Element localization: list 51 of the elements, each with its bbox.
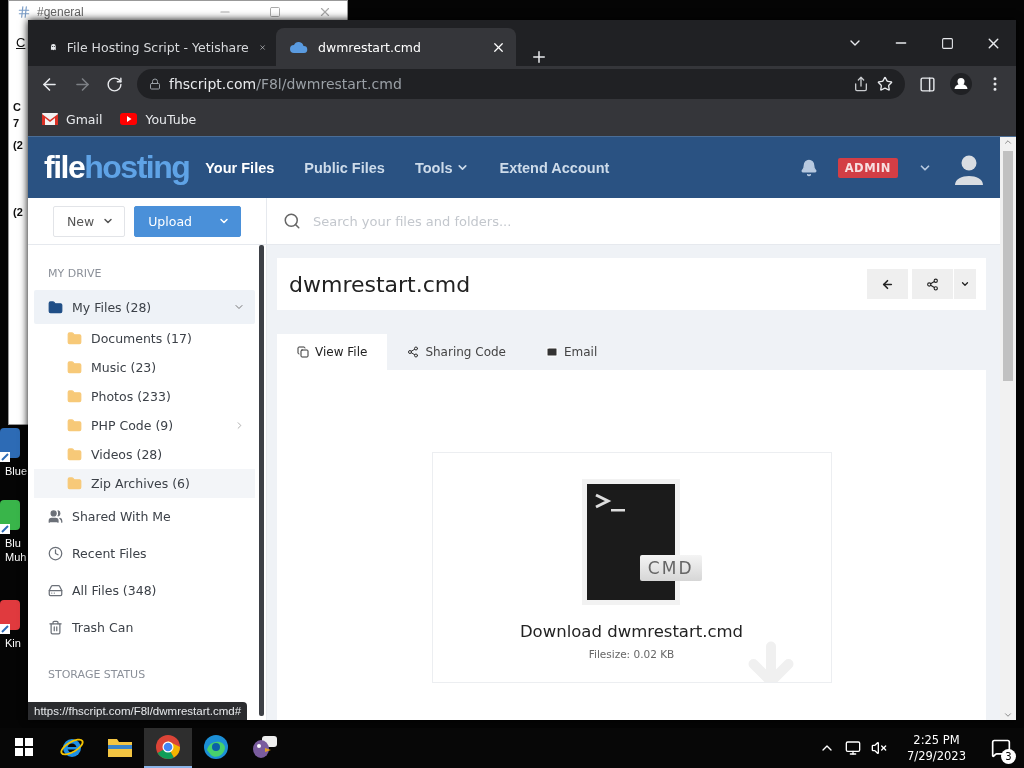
sidebar-item[interactable]: Trash Can [34, 609, 255, 646]
file-title: dwmrestart.cmd [289, 271, 472, 297]
menu-item[interactable]: C [16, 35, 26, 50]
desktop-icon-label: Blue [4, 464, 28, 478]
site-logo[interactable]: filehosting [44, 149, 190, 186]
admin-badge: ADMIN [837, 157, 898, 178]
tab-title: File Hosting Script - Yetishare [66, 39, 249, 55]
search-field[interactable]: Search your files and folders... [267, 198, 1000, 245]
bookmark-link[interactable]: Gmail [42, 111, 103, 127]
window-title: #general [37, 5, 85, 19]
address-bar[interactable]: fhscript.com/F8l/dwmrestart.cmd [137, 69, 905, 99]
download-card[interactable]: CMD Download dwmrestart.cmd Filesize: 0.02 KB [431, 452, 832, 683]
section-heading: MY DRIVE [47, 267, 103, 280]
sidebar-item[interactable]: Recent Files [34, 535, 255, 572]
nav-link[interactable]: Extend Account [499, 159, 610, 176]
desktop-icon-label: Muh [4, 550, 27, 564]
nav-link[interactable]: Public Files [304, 159, 385, 176]
search-input[interactable]: Search your files and folders... [311, 212, 984, 230]
sidebar-item[interactable]: Shared With Me [34, 498, 255, 535]
chat-text: (2 [13, 206, 23, 218]
sidebar-item[interactable]: All Files (348) [34, 572, 255, 609]
chat-text: C [13, 101, 21, 113]
nav-link[interactable]: Tools [414, 159, 470, 176]
chat-text: 7 [13, 117, 20, 129]
folder-item[interactable]: Photos (233) [34, 382, 255, 411]
file-tab[interactable]: Sharing Code [387, 334, 526, 370]
nav-link[interactable]: Your Files [205, 159, 275, 176]
notification-count: 3 [1001, 749, 1016, 764]
folder-item[interactable]: PHP Code (9) [34, 411, 255, 440]
file-tab[interactable]: View File [277, 334, 388, 370]
browser-tab[interactable]: dwmrestart.cmd [276, 28, 516, 66]
file-tab[interactable]: Email [526, 334, 618, 370]
status-url: https://fhscript.com/F8l/dwmrestart.cmd# [28, 702, 248, 720]
desktop-icon-label: Blu [4, 536, 21, 550]
download-title: Download dwmrestart.cmd [519, 622, 744, 641]
url-text: fhscript.com/F8l/dwmrestart.cmd [169, 76, 403, 92]
chat-text: (2 [13, 139, 23, 151]
desktop-icon-label: Kin [4, 636, 21, 650]
section-heading: STORAGE STATUS [47, 668, 147, 681]
sidebar-item[interactable]: My Files (28) [34, 290, 255, 324]
folder-item[interactable]: Documents (17) [34, 324, 255, 353]
clock[interactable]: 2:25 PM 7/29/2023 [897, 732, 976, 764]
folder-item[interactable]: Zip Archives (6) [34, 469, 255, 498]
tab-title: dwmrestart.cmd [318, 39, 422, 55]
browser-tab[interactable]: File Hosting Script - Yetishare [36, 28, 276, 66]
file-type-label: CMD [639, 555, 702, 581]
folder-item[interactable]: Music (23) [34, 353, 255, 382]
folder-item[interactable]: Videos (28) [34, 440, 255, 469]
new-button[interactable]: New [52, 205, 126, 237]
file-size: Filesize: 0.02 KB [588, 648, 675, 660]
bookmark-link[interactable]: YouTube [120, 111, 197, 127]
